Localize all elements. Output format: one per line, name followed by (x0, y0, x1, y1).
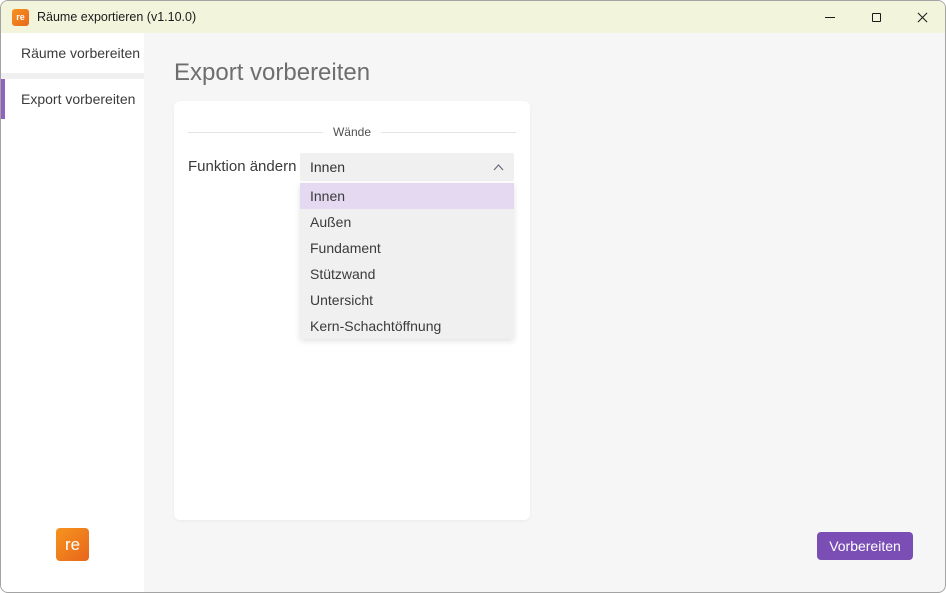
main-content: Export vorbereiten Wände Funktion ändern… (144, 33, 945, 592)
app-window: re Räume exportieren (v1.10.0) Räume vor… (0, 0, 946, 593)
dropdown-option[interactable]: Untersicht (300, 287, 514, 313)
sidebar-item-label: Räume vorbereiten (21, 45, 140, 61)
window-body: Räume vorbereiten Export vorbereiten re … (1, 33, 945, 592)
sidebar-item-raeume-vorbereiten[interactable]: Räume vorbereiten (1, 33, 144, 73)
funktion-select[interactable]: Innen (300, 153, 514, 181)
settings-card: Wände Funktion ändern Innen (174, 101, 530, 520)
minimize-icon (825, 17, 835, 18)
window-controls (807, 1, 945, 33)
maximize-button[interactable] (853, 1, 899, 33)
vorbereiten-button[interactable]: Vorbereiten (817, 532, 913, 560)
dropdown-option[interactable]: Außen (300, 209, 514, 235)
maximize-icon (872, 13, 881, 22)
dropdown-option[interactable]: Stützwand (300, 261, 514, 287)
field-label: Funktion ändern (188, 153, 300, 175)
close-icon (917, 12, 928, 23)
page-title: Export vorbereiten (174, 59, 945, 87)
close-button[interactable] (899, 1, 945, 33)
sidebar-item-label: Export vorbereiten (21, 91, 135, 107)
sidebar-logo: re (56, 528, 89, 561)
select-wrap: Innen InnenAußenFundamentStützwandUnters… (300, 153, 514, 181)
dropdown-list: InnenAußenFundamentStützwandUntersichtKe… (300, 183, 514, 339)
dropdown-option[interactable]: Innen (300, 183, 514, 209)
select-value: Innen (310, 159, 345, 175)
minimize-button[interactable] (807, 1, 853, 33)
app-logo-icon: re (12, 9, 29, 26)
sidebar-nav: Räume vorbereiten Export vorbereiten (1, 33, 144, 119)
sidebar: Räume vorbereiten Export vorbereiten re (1, 33, 144, 592)
dropdown-option[interactable]: Kern-Schachtöffnung (300, 313, 514, 339)
window-title: Räume exportieren (v1.10.0) (37, 10, 196, 24)
dropdown-option[interactable]: Fundament (300, 235, 514, 261)
sidebar-item-export-vorbereiten[interactable]: Export vorbereiten (1, 79, 144, 119)
titlebar: re Räume exportieren (v1.10.0) (1, 1, 945, 33)
chevron-up-icon (493, 164, 504, 171)
section-divider: Wände (188, 125, 516, 139)
field-row: Funktion ändern Innen InnenAußenFundamen… (188, 153, 516, 181)
section-label: Wände (333, 125, 371, 139)
